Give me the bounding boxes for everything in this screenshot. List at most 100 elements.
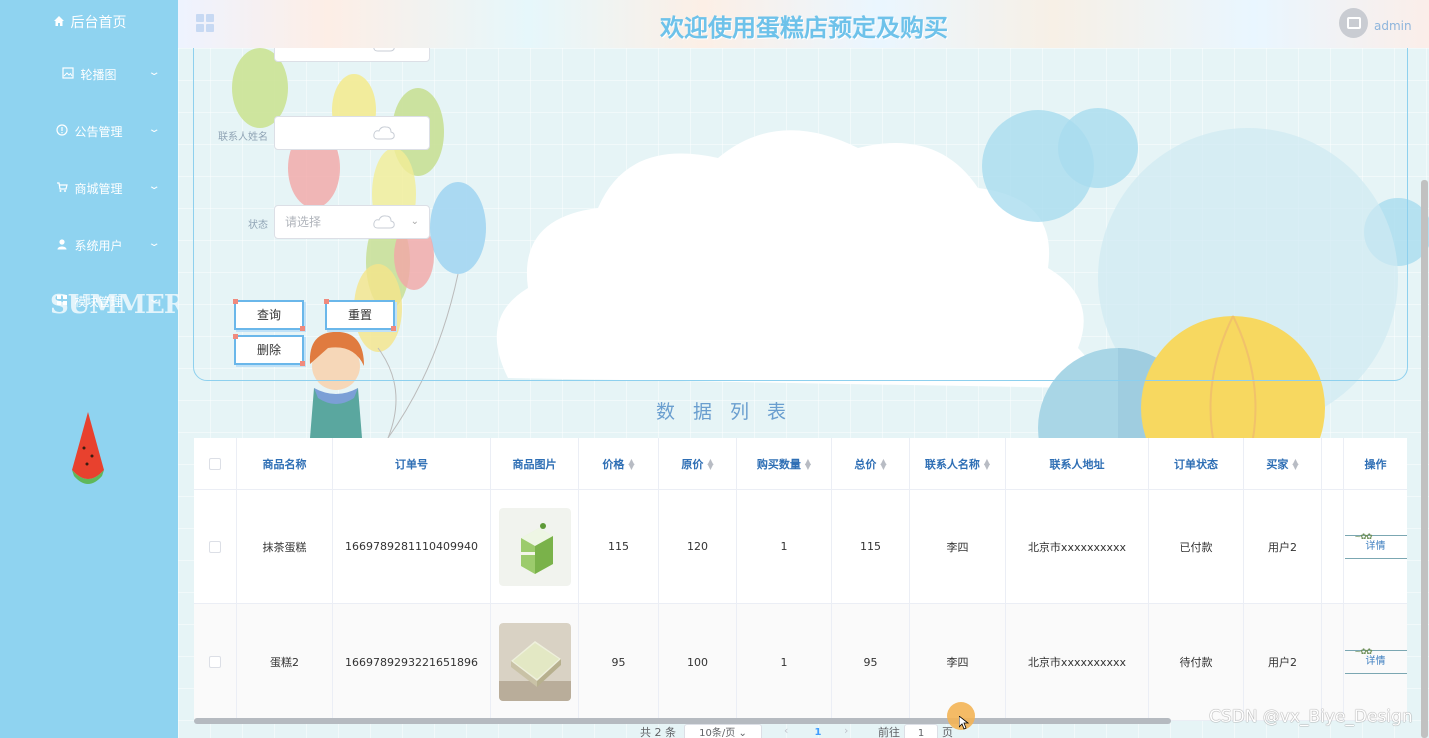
next-page-icon[interactable]: › [844, 724, 848, 738]
vertical-scrollbar[interactable] [1421, 180, 1428, 738]
contact-name-input[interactable] [274, 116, 430, 150]
image-icon [1346, 17, 1361, 29]
page-number-current[interactable]: 1 [798, 724, 838, 738]
chevron-down-icon: ⌄ [147, 181, 161, 192]
original-price-cell: 100 [659, 604, 737, 720]
leaf-decoration-icon: ~✿✿ [1354, 647, 1373, 656]
sidebar-item-notice[interactable]: 公告管理 ⌄ [0, 111, 178, 151]
list-title: 数据列表 [656, 401, 805, 423]
sidebar: 后台首页 轮播图 ⌄ 公告管理 ⌄ 商城管理 ⌄ 系统用户 ⌄ 模块管理 ⌄ S [0, 0, 185, 738]
sidebar-item-label: 系统用户 [74, 238, 123, 253]
detail-button[interactable]: ~✿✿ 详情 [1344, 647, 1407, 674]
action-cell: ~✿✿ 详情 [1344, 604, 1407, 720]
order-status-cell: 待付款 [1149, 604, 1244, 720]
buyer-cell: 用户2 [1244, 604, 1322, 720]
status-select[interactable]: 请选择 ⌄ [274, 205, 430, 239]
chevron-down-icon: ⌄ [147, 124, 161, 135]
prev-page-icon[interactable]: ‹ [784, 724, 788, 738]
row-select-cell[interactable] [194, 490, 237, 603]
row-select-cell[interactable] [194, 604, 237, 720]
column-header-sortable[interactable]: 价格 ▲ ▼ [579, 438, 659, 489]
sidebar-item-shop[interactable]: 商城管理 ⌄ [0, 168, 178, 208]
action-cell: ~✿✿ 详情 [1344, 490, 1407, 603]
sort-icon[interactable]: ▲ ▼ [984, 457, 990, 470]
user-icon [55, 238, 69, 252]
cloud-icon [373, 126, 395, 140]
main-content: 联系人姓名 状态 请选择 ⌄ 查询 重置 删除 数据列表 商品名称 订单号 商品… [178, 48, 1429, 738]
goto-label: 前往 [878, 726, 900, 738]
table-row: 抹茶蛋糕 1669789281110409940 115 120 1 115 李… [194, 490, 1407, 604]
total-cell: 95 [832, 604, 910, 720]
column-header-sortable[interactable]: 总价 ▲ ▼ [832, 438, 910, 489]
contact-name-cell: 李四 [910, 490, 1006, 603]
sidebar-item-carousel[interactable]: 轮播图 ⌄ [0, 54, 178, 94]
sort-icon[interactable]: ▲ ▼ [628, 457, 634, 470]
mouse-pointer-icon [959, 716, 969, 730]
column-header-sortable[interactable]: 购买数量 ▲ ▼ [737, 438, 832, 489]
product-name-cell: 抹茶蛋糕 [237, 490, 333, 603]
cloud-icon [373, 48, 395, 52]
summer-decoration: SUMMER [50, 290, 185, 320]
username-label[interactable]: admin [1374, 19, 1412, 33]
status-label: 状态 [248, 220, 268, 231]
sort-icon[interactable]: ▲ ▼ [707, 457, 713, 470]
column-header: 订单号 [333, 438, 491, 489]
horizontal-scrollbar[interactable] [194, 718, 1171, 724]
info-icon [55, 124, 69, 138]
page-title: 欢迎使用蛋糕店预定及购买 [660, 14, 948, 42]
query-button[interactable]: 查询 [233, 299, 305, 331]
select-all-cell[interactable] [194, 438, 237, 489]
column-header-sortable[interactable]: 联系人名称 ▲ ▼ [910, 438, 1006, 489]
matcha-cake-image[interactable] [498, 507, 571, 586]
cake-image[interactable] [498, 623, 571, 701]
sidebar-item-users[interactable]: 系统用户 ⌄ [0, 225, 178, 265]
order-number-cell: 1669789281110409940 [333, 490, 491, 603]
cart-icon [55, 181, 69, 195]
watermelon-icon [72, 412, 104, 484]
select-all-checkbox[interactable] [209, 457, 221, 470]
chevron-down-icon: ⌄ [738, 728, 747, 738]
sort-icon[interactable]: ▲ ▼ [1292, 457, 1298, 470]
sidebar-item-label: 后台首页 [70, 15, 127, 31]
product-image-cell [491, 604, 579, 720]
avatar[interactable] [1339, 8, 1368, 38]
leaf-decoration-icon: ~✿✿ [1354, 531, 1373, 541]
total-cell: 115 [832, 490, 910, 603]
column-header-sortable[interactable]: 原价 ▲ ▼ [659, 438, 737, 489]
goto-page-input[interactable]: 1 [904, 724, 938, 738]
contact-address-cell: 北京市xxxxxxxxxx [1006, 604, 1149, 720]
product-name-cell: 蛋糕2 [237, 604, 333, 720]
price-cell: 115 [579, 490, 659, 603]
quantity-cell: 1 [737, 490, 832, 603]
order-number-cell: 1669789293221651896 [333, 604, 491, 720]
detail-button[interactable]: ~✿✿ 详情 [1344, 532, 1407, 559]
chevron-down-icon: ⌄ [147, 67, 161, 78]
sidebar-item-home[interactable]: 后台首页 [0, 2, 178, 42]
row-checkbox[interactable] [209, 656, 221, 668]
search-input-partial[interactable] [274, 48, 430, 62]
pagination-total: 共 2 条 [640, 726, 676, 738]
sort-icon[interactable]: ▲ ▼ [880, 457, 886, 470]
order-status-cell: 已付款 [1149, 490, 1244, 603]
spacer-cell [1322, 604, 1344, 720]
data-table: 商品名称 订单号 商品图片 价格 ▲ ▼ 原价 ▲ ▼ 购买数量 ▲ ▼ 总价 ▲ ▼ 联系人名… [194, 438, 1407, 721]
menu-toggle-icon[interactable] [196, 14, 214, 32]
column-header: 商品名称 [237, 438, 333, 489]
reset-button[interactable]: 重置 [324, 299, 396, 331]
watermark: CSDN @vx_Biye_Design [1209, 707, 1413, 727]
home-icon [52, 15, 66, 29]
row-checkbox[interactable] [209, 540, 221, 553]
contact-address-cell: 北京市xxxxxxxxxx [1006, 490, 1149, 603]
cloud-icon [373, 215, 395, 229]
chevron-down-icon: ⌄ [410, 216, 419, 227]
delete-button[interactable]: 删除 [233, 334, 305, 366]
page-size-select[interactable]: 10条/页 ⌄ [684, 724, 762, 738]
image-icon [61, 67, 75, 81]
chevron-down-icon: ⌄ [147, 238, 161, 249]
column-header-sortable[interactable]: 买家 ▲ ▼ [1244, 438, 1322, 489]
column-header: 商品图片 [491, 438, 579, 489]
sort-icon[interactable]: ▲ ▼ [805, 457, 811, 470]
top-header: 欢迎使用蛋糕店预定及购买 admin [178, 0, 1429, 48]
product-image-cell [491, 490, 579, 603]
buyer-cell: 用户2 [1244, 490, 1322, 603]
